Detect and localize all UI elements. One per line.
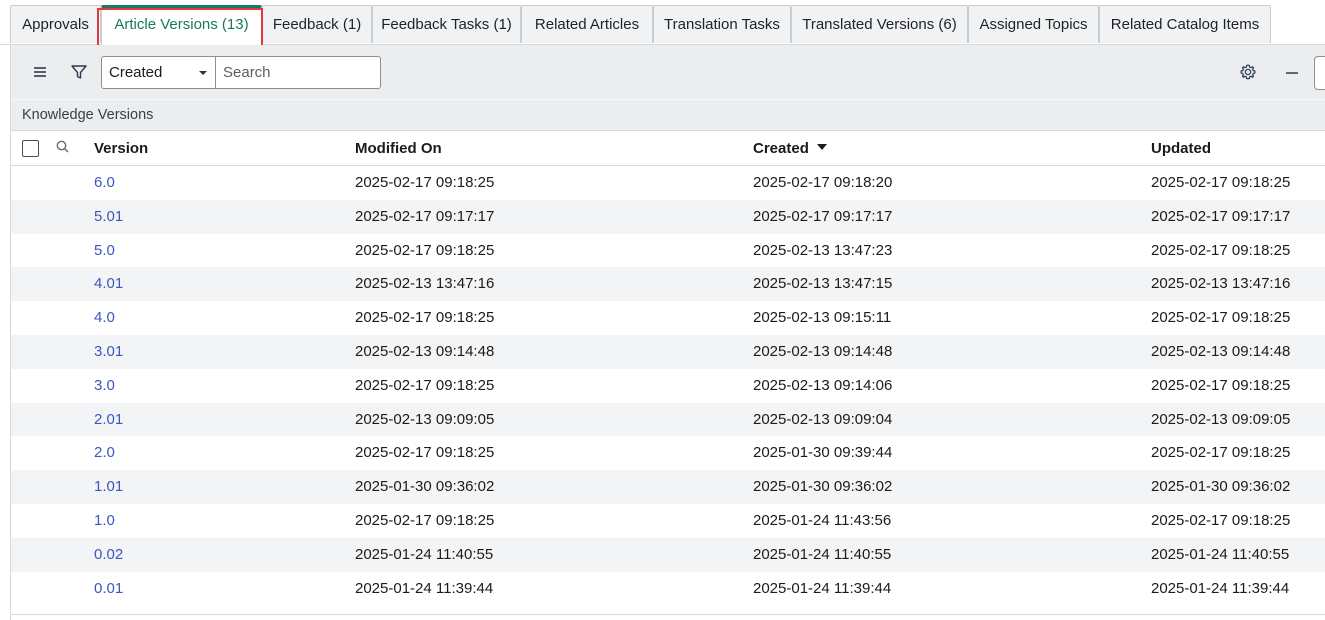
updated-cell: 2025-02-13 09:09:05 xyxy=(1151,410,1291,428)
created-cell: 2025-02-17 09:17:17 xyxy=(753,207,893,225)
updated-cell: 2025-02-17 09:18:25 xyxy=(1151,241,1291,259)
updated-cell: 2025-02-17 09:18:25 xyxy=(1151,444,1291,462)
tab-translated-versions[interactable]: Translated Versions (6) xyxy=(791,5,968,43)
table-row: 5.0 2025-02-17 09:18:25 2025-02-13 13:47:2… xyxy=(11,234,1325,268)
modified-on-cell: 2025-02-17 09:17:17 xyxy=(355,207,495,225)
minimize-icon[interactable] xyxy=(1282,62,1302,82)
created-cell: 2025-02-17 09:18:20 xyxy=(753,174,893,191)
modified-on-cell: 2025-01-30 09:36:02 xyxy=(355,478,495,496)
version-link[interactable]: 4.01 xyxy=(94,267,123,301)
tab-feedback[interactable]: Feedback (1) xyxy=(262,5,372,43)
table-body: 6.0 2025-02-17 09:18:25 2025-02-17 09:18:2… xyxy=(11,166,1325,605)
search-input[interactable] xyxy=(216,56,381,89)
tab-feedback-tasks[interactable]: Feedback Tasks (1) xyxy=(372,5,521,43)
updated-cell: 2025-01-24 11:40:55 xyxy=(1151,545,1290,563)
version-link[interactable]: 4.0 xyxy=(94,301,115,335)
related-lists-tabbar: Approvals Article Versions (13) Feedback… xyxy=(0,0,1325,45)
created-cell: 2025-01-30 09:36:02 xyxy=(753,478,893,496)
table-row: 4.0 2025-02-17 09:18:25 2025-02-13 09:15:1… xyxy=(11,301,1325,335)
table-row: 0.01 2025-01-24 11:39:44 2025-01-24 11:39:… xyxy=(11,572,1325,606)
version-link[interactable]: 1.0 xyxy=(94,504,115,538)
updated-cell: 2025-02-17 09:18:25 xyxy=(1151,376,1291,394)
gear-icon[interactable] xyxy=(1238,62,1258,82)
created-cell: 2025-02-13 09:14:06 xyxy=(753,376,893,394)
created-cell: 2025-02-13 09:14:48 xyxy=(753,342,893,360)
updated-cell: 2025-02-13 13:47:16 xyxy=(1151,275,1291,293)
filter-icon[interactable] xyxy=(69,62,89,82)
table-row: 6.0 2025-02-17 09:18:25 2025-02-17 09:18:2… xyxy=(11,166,1325,200)
version-link[interactable]: 5.01 xyxy=(94,200,123,234)
created-cell: 2025-02-13 13:47:23 xyxy=(753,241,893,259)
modified-on-cell: 2025-02-13 09:14:48 xyxy=(355,342,495,360)
updated-cell: 2025-02-17 09:17:17 xyxy=(1151,207,1291,225)
column-header-created-label: Created xyxy=(753,140,809,157)
created-cell: 2025-01-30 09:39:44 xyxy=(753,444,893,462)
created-cell: 2025-02-13 09:15:11 xyxy=(753,309,892,327)
column-header-modified-on[interactable]: Modified On xyxy=(355,131,442,165)
created-cell: 2025-02-13 13:47:15 xyxy=(753,275,893,293)
table-row: 1.01 2025-01-30 09:36:02 2025-01-30 09:36:… xyxy=(11,470,1325,504)
created-cell: 2025-01-24 11:39:44 xyxy=(753,579,892,597)
column-header-version[interactable]: Version xyxy=(94,131,148,165)
updated-cell: 2025-01-30 09:36:02 xyxy=(1151,478,1291,496)
updated-cell: 2025-02-17 09:18:25 xyxy=(1151,174,1291,191)
modified-on-cell: 2025-02-17 09:18:25 xyxy=(355,241,495,259)
created-cell: 2025-02-13 09:09:04 xyxy=(753,410,893,428)
search-icon[interactable] xyxy=(54,138,74,158)
table-row: 2.01 2025-02-13 09:09:05 2025-02-13 09:09:… xyxy=(11,402,1325,437)
version-link[interactable]: 2.0 xyxy=(94,436,115,470)
version-link[interactable]: 0.01 xyxy=(94,572,123,606)
table-row: 0.02 2025-01-24 11:40:55 2025-01-24 11:40:… xyxy=(11,537,1325,572)
tab-related-articles[interactable]: Related Articles xyxy=(521,5,653,43)
updated-cell: 2025-02-17 09:18:25 xyxy=(1151,309,1291,327)
updated-cell: 2025-02-13 09:14:48 xyxy=(1151,342,1291,360)
hamburger-menu-icon[interactable] xyxy=(30,62,50,82)
column-header-updated[interactable]: Updated xyxy=(1151,131,1211,165)
version-link[interactable]: 0.02 xyxy=(94,538,123,572)
version-link[interactable]: 2.01 xyxy=(94,403,123,437)
table-row: 2.0 2025-02-17 09:18:25 2025-01-30 09:39:4… xyxy=(11,436,1325,470)
chevron-down-icon xyxy=(199,71,207,75)
table-header: Version Modified On Created Updated xyxy=(11,130,1325,166)
sort-descending-icon xyxy=(816,144,827,151)
version-link[interactable]: 3.0 xyxy=(94,369,115,403)
table-row: 4.01 2025-02-13 13:47:16 2025-02-13 13:47:… xyxy=(11,267,1325,302)
table-row: 1.0 2025-02-17 09:18:25 2025-01-24 11:43:5… xyxy=(11,504,1325,538)
modified-on-cell: 2025-02-17 09:18:25 xyxy=(355,174,495,191)
list-toolbar: Created xyxy=(11,45,1325,99)
created-cell: 2025-01-24 11:40:55 xyxy=(753,545,892,563)
table-row: 3.01 2025-02-13 09:14:48 2025-02-13 09:14:… xyxy=(11,334,1325,369)
updated-cell: 2025-02-17 09:18:25 xyxy=(1151,511,1291,529)
modified-on-cell: 2025-02-13 09:09:05 xyxy=(355,410,495,428)
modified-on-cell: 2025-02-17 09:18:25 xyxy=(355,309,495,327)
tab-related-catalog-items[interactable]: Related Catalog Items xyxy=(1099,5,1271,43)
table-row: 3.0 2025-02-17 09:18:25 2025-02-13 09:14:0… xyxy=(11,369,1325,403)
tab-assigned-topics[interactable]: Assigned Topics xyxy=(968,5,1099,43)
created-cell: 2025-01-24 11:43:56 xyxy=(753,511,892,529)
search-field-select[interactable]: Created xyxy=(101,56,216,89)
version-link[interactable]: 1.01 xyxy=(94,470,123,504)
modified-on-cell: 2025-02-13 13:47:16 xyxy=(355,275,495,293)
version-link[interactable]: 3.01 xyxy=(94,335,123,369)
tab-article-versions[interactable]: Article Versions (13) xyxy=(101,5,262,45)
select-all-checkbox[interactable] xyxy=(22,140,39,157)
list-control-box[interactable] xyxy=(1314,56,1325,90)
search-field-select-value: Created xyxy=(109,64,163,81)
related-list-frame: Created Knowledge Versions Version Mod xyxy=(10,45,1325,620)
tab-translation-tasks[interactable]: Translation Tasks xyxy=(653,5,791,43)
list-title: Knowledge Versions xyxy=(11,99,1325,130)
version-link[interactable]: 6.0 xyxy=(94,166,115,200)
modified-on-cell: 2025-02-17 09:18:25 xyxy=(355,376,495,394)
table-bottom-divider xyxy=(11,614,1325,615)
tab-approvals[interactable]: Approvals xyxy=(10,5,101,43)
modified-on-cell: 2025-02-17 09:18:25 xyxy=(355,444,495,462)
modified-on-cell: 2025-01-24 11:39:44 xyxy=(355,579,494,597)
table-row: 5.01 2025-02-17 09:17:17 2025-02-17 09:17:… xyxy=(11,199,1325,234)
updated-cell: 2025-01-24 11:39:44 xyxy=(1151,579,1290,597)
column-header-created[interactable]: Created xyxy=(753,131,827,165)
modified-on-cell: 2025-01-24 11:40:55 xyxy=(355,545,494,563)
modified-on-cell: 2025-02-17 09:18:25 xyxy=(355,511,495,529)
version-link[interactable]: 5.0 xyxy=(94,234,115,268)
